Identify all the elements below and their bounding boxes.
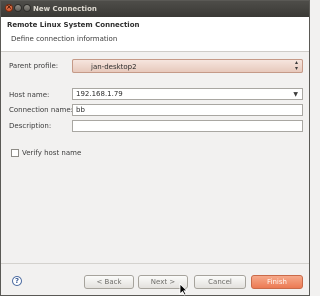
host-name-label: Host name: [9, 91, 50, 99]
parent-profile-value: jan-desktop2 [91, 63, 137, 71]
wizard-header: Remote Linux System Connection Define co… [1, 17, 309, 52]
host-name-value: 192.168.1.79 [76, 90, 123, 98]
help-icon[interactable]: ? [12, 276, 22, 286]
maximize-window-button[interactable] [23, 4, 31, 12]
connection-name-label: Connection name: [9, 106, 74, 114]
verify-host-label[interactable]: Verify host name [22, 149, 81, 157]
parent-profile-select[interactable]: jan-desktop2 ▴ ▾ [72, 59, 303, 73]
description-input[interactable] [72, 120, 303, 132]
window-title: New Connection [33, 5, 97, 13]
minimize-window-button[interactable] [14, 4, 22, 12]
chevron-down-icon[interactable]: ▼ [293, 90, 298, 100]
host-name-combo[interactable]: 192.168.1.79 ▼ [72, 88, 303, 100]
title-bar: × New Connection [1, 1, 309, 17]
new-connection-dialog: × New Connection Remote Linux System Con… [0, 0, 310, 296]
close-window-button[interactable]: × [5, 3, 13, 12]
close-icon: × [6, 3, 12, 11]
finish-button[interactable]: Finish [251, 275, 303, 289]
parent-profile-label: Parent profile: [9, 62, 59, 70]
connection-name-input[interactable] [72, 104, 303, 116]
wizard-title: Remote Linux System Connection [7, 21, 140, 29]
description-label: Description: [9, 122, 52, 130]
updown-arrows-icon: ▴ ▾ [294, 59, 298, 72]
verify-host-checkbox[interactable] [11, 149, 19, 157]
wizard-subtitle: Define connection information [11, 35, 118, 43]
footer-divider [1, 263, 309, 264]
back-button[interactable]: < Back [84, 275, 134, 289]
cancel-button[interactable]: Cancel [194, 275, 246, 289]
mouse-pointer-icon [179, 283, 188, 296]
